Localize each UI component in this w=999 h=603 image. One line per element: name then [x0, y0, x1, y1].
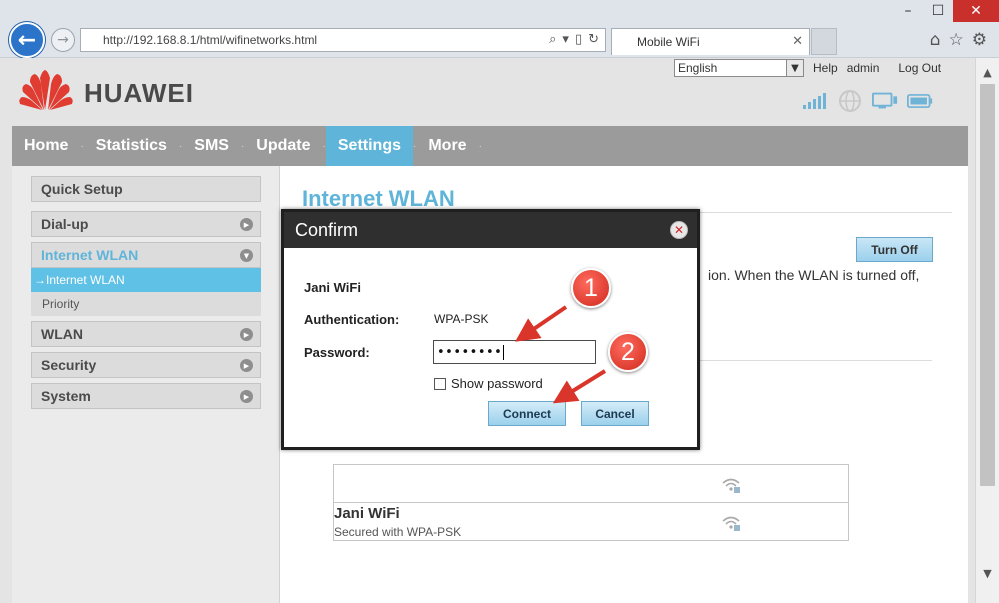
language-select[interactable]: English ▼ — [674, 59, 804, 77]
wifi-lock-icon — [718, 474, 744, 496]
show-password-label: Show password — [451, 376, 543, 391]
help-link[interactable]: Help — [813, 61, 838, 75]
pc-connection-icon — [872, 90, 898, 112]
settings-sidebar: Quick Setup Dial-up ▶ Internet WLAN ▼ →I… — [12, 166, 280, 603]
turn-off-button[interactable]: Turn Off — [856, 237, 933, 262]
sidebar-item-label: System — [41, 388, 91, 404]
scroll-thumb[interactable] — [980, 84, 995, 486]
scroll-up-icon[interactable]: ▲ — [976, 62, 999, 82]
dialog-title: Confirm — [295, 219, 359, 240]
network-name: Jani WiFi — [334, 505, 400, 522]
nav-update[interactable]: Update — [244, 126, 322, 166]
auth-label: Authentication: — [304, 312, 400, 327]
address-url: http://192.168.8.1/html/wifinetworks.htm… — [103, 33, 318, 47]
globe-icon — [837, 90, 863, 112]
sidebar-item-label: Security — [41, 357, 97, 373]
sidebar-item-security[interactable]: Security ▶ — [31, 352, 261, 378]
chevron-down-icon: ▼ — [786, 60, 803, 76]
connect-button[interactable]: Connect — [488, 401, 566, 426]
chevron-right-icon: ▶ — [240, 359, 253, 372]
show-password-checkbox[interactable] — [434, 377, 446, 390]
tab-title: Mobile WiFi — [637, 35, 700, 49]
minimize-icon[interactable]: – — [893, 0, 923, 22]
close-icon[interactable]: ✕ — [670, 221, 688, 239]
sidebar-item-wlan[interactable]: WLAN ▶ — [31, 321, 261, 347]
network-row[interactable]: Jani WiFi Secured with WPA-PSK — [334, 503, 848, 541]
browser-toolbar: ⌂ ☆ ⚙ — [930, 30, 987, 50]
nav-more[interactable]: More — [416, 126, 478, 166]
network-security: Secured with WPA-PSK — [334, 525, 462, 539]
network-name: Jani WiFi — [304, 280, 361, 295]
description-text: ion. When the WLAN is turned off, — [708, 267, 920, 283]
browser-chrome: – ☐ ✕ ← → http://192.168.8.1/html/wifine… — [0, 0, 999, 58]
star-icon[interactable]: ☆ — [949, 30, 964, 50]
chevron-right-icon: ▶ — [240, 218, 253, 231]
address-bar[interactable]: http://192.168.8.1/html/wifinetworks.htm… — [80, 28, 606, 52]
wifi-lock-icon — [718, 512, 744, 534]
maximize-icon[interactable]: ☐ — [923, 0, 953, 22]
sidebar-item-label: WLAN — [41, 326, 83, 342]
nav-settings[interactable]: Settings — [325, 126, 413, 166]
sidebar-item-internet-wlan[interactable]: Internet WLAN ▼ — [31, 242, 261, 268]
back-arrow-icon: ← — [17, 27, 37, 53]
huawei-petals-icon — [19, 70, 73, 110]
close-icon[interactable]: ✕ — [953, 0, 999, 22]
show-password-toggle[interactable]: Show password — [434, 376, 543, 391]
vertical-scrollbar[interactable]: ▲ ▼ — [975, 58, 999, 603]
signal-icon — [802, 90, 828, 112]
sidebar-item-system[interactable]: System ▶ — [31, 383, 261, 409]
status-icons — [802, 90, 933, 112]
home-icon[interactable]: ⌂ — [930, 30, 941, 50]
nav-home[interactable]: Home — [12, 126, 80, 166]
browser-tab[interactable]: Mobile WiFi ✕ — [611, 28, 810, 55]
password-mask: •••••••• — [437, 344, 503, 360]
confirm-dialog: Confirm ✕ Jani WiFi Authentication: WPA-… — [281, 209, 700, 450]
nav-statistics[interactable]: Statistics — [84, 126, 179, 166]
new-tab-button[interactable] — [811, 28, 837, 55]
compat-icon[interactable]: ▯ — [575, 32, 582, 47]
chevron-right-icon: ▶ — [240, 328, 253, 341]
chevron-down-icon: ▼ — [240, 249, 253, 262]
sidebar-subitem-priority[interactable]: Priority — [31, 292, 261, 316]
cancel-button[interactable]: Cancel — [581, 401, 649, 426]
sidebar-item-label: Internet WLAN — [41, 247, 139, 263]
scroll-down-icon[interactable]: ▼ — [976, 563, 999, 583]
sidebar-item-label: Dial-up — [41, 216, 89, 232]
battery-icon — [907, 90, 933, 112]
forward-arrow-icon: → — [57, 32, 69, 48]
sidebar-item-dialup[interactable]: Dial-up ▶ — [31, 211, 261, 237]
gear-icon[interactable]: ⚙ — [972, 30, 987, 50]
sidebar-item-label: Quick Setup — [41, 181, 123, 197]
top-utility-bar: English ▼ Help admin Log Out — [674, 58, 941, 78]
password-field[interactable]: •••••••• — [433, 340, 596, 364]
callout-1: 1 — [571, 268, 611, 308]
huawei-logo: HUAWEI — [18, 68, 194, 112]
back-button[interactable]: ← — [9, 22, 45, 58]
network-row[interactable] — [334, 465, 848, 503]
callout-2: 2 — [608, 332, 648, 372]
tab-close-icon[interactable]: ✕ — [792, 34, 803, 49]
username-label: admin — [846, 61, 880, 75]
refresh-icon[interactable]: ↻ — [588, 32, 599, 47]
auth-value: WPA-PSK — [434, 312, 489, 326]
nav-sms[interactable]: SMS — [182, 126, 241, 166]
brand-name: HUAWEI — [84, 77, 194, 108]
search-icon[interactable]: ⌕ — [549, 32, 556, 47]
network-list: Jani WiFi Secured with WPA-PSK — [333, 464, 849, 541]
sidebar-item-quick-setup[interactable]: Quick Setup — [31, 176, 261, 202]
chevron-right-icon: ▶ — [240, 390, 253, 403]
language-value: English — [678, 61, 718, 75]
sidebar-subitem-internet-wlan[interactable]: →Internet WLAN — [31, 268, 261, 292]
window-controls: – ☐ ✕ — [893, 0, 999, 24]
logout-link[interactable]: Log Out — [898, 61, 941, 75]
forward-button[interactable]: → — [51, 28, 75, 52]
dialog-header: Confirm ✕ — [284, 212, 697, 248]
main-navigation: Home · Statistics · SMS · Update · Setti… — [12, 126, 968, 166]
dropdown-icon[interactable]: ▾ — [562, 32, 569, 47]
password-label: Password: — [304, 345, 370, 360]
